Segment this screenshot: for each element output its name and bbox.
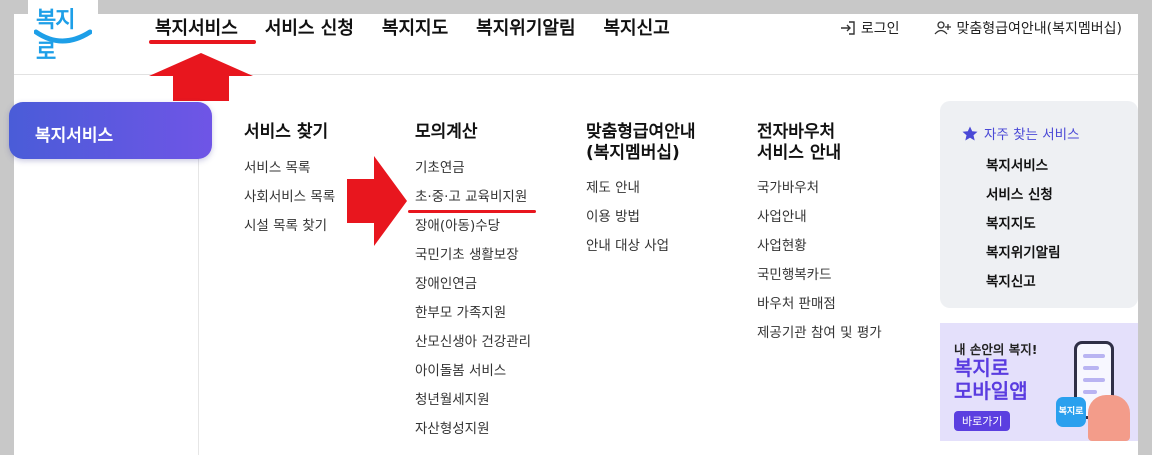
quick-services-title: 자주 찾는 서비스 <box>984 127 1080 143</box>
submenu-item[interactable]: 제공기관 참여 및 평가 <box>757 319 882 348</box>
column-title-line1: 맞춤형급여안내 <box>586 122 696 142</box>
custom-benefit-label: 맞춤형급여안내(복지멤버십) <box>956 21 1122 37</box>
submenu-item[interactable]: 안내 대상 사업 <box>586 232 695 261</box>
submenu-item[interactable]: 국가바우처 <box>757 174 882 203</box>
column-title-line1: 전자바우처 <box>757 122 836 142</box>
phone-screen-line <box>1083 366 1099 370</box>
submenu-item[interactable]: 사회서비스 목록 <box>244 183 335 212</box>
screen-top-border <box>0 0 1152 14</box>
phone-screen-line <box>1083 378 1105 382</box>
login-label: 로그인 <box>860 21 900 37</box>
quick-link[interactable]: 복지위기알림 <box>986 239 1061 268</box>
quick-services-header: 자주 찾는 서비스 <box>962 123 1080 143</box>
side-active-label: 복지서비스 <box>35 126 114 146</box>
phone-screen-line <box>1083 354 1105 358</box>
submenu-item[interactable]: 초·중·고 교육비지원 <box>415 183 531 212</box>
submenu-item[interactable]: 아이돌봄 서비스 <box>415 357 531 386</box>
column-title: 서비스 찾기 <box>244 122 329 142</box>
column-title: 모의계산 <box>415 122 478 142</box>
submenu-item[interactable]: 기초연금 <box>415 154 531 183</box>
submenu-item[interactable]: 시설 목록 찾기 <box>244 212 335 241</box>
site-logo[interactable]: 복지로 <box>34 2 92 65</box>
quick-link[interactable]: 복지지도 <box>986 210 1061 239</box>
gnb-welfare-map[interactable]: 복지지도 <box>382 14 448 40</box>
login-icon <box>840 21 855 35</box>
submenu-item[interactable]: 자산형성지원 <box>415 415 531 444</box>
gnb-welfare-services[interactable]: 복지서비스 <box>155 14 238 40</box>
logo-smile-icon <box>34 29 92 44</box>
menu-column-service-search: 서비스 찾기 서비스 목록 사회서비스 목록 시설 목록 찾기 <box>244 122 335 241</box>
main-navigation: 복지서비스 서비스 신청 복지지도 복지위기알림 복지신고 <box>155 14 698 40</box>
quick-link[interactable]: 복지신고 <box>986 268 1061 297</box>
menu-column-voucher: 전자바우처 서비스 안내 국가바우처 사업안내 사업현황 국민행복카드 바우처 … <box>757 122 882 348</box>
annotation-up-arrow-icon <box>149 53 253 101</box>
submenu-item[interactable]: 장애(아동)수당 <box>415 212 531 241</box>
star-icon <box>962 126 978 140</box>
submenu-item[interactable]: 장애인연금 <box>415 270 531 299</box>
submenu-item[interactable]: 바우처 판매점 <box>757 290 882 319</box>
hand-illustration <box>1088 395 1130 441</box>
submenu-item[interactable]: 국민행복카드 <box>757 261 882 290</box>
column-title: 맞춤형급여안내 (복지멤버십) <box>586 122 695 164</box>
banner-title: 복지로 모바일앱 <box>954 357 1028 403</box>
submenu-item[interactable]: 청년월세지원 <box>415 386 531 415</box>
side-active-menu[interactable]: 복지서비스 <box>9 102 212 159</box>
quick-services-panel: 자주 찾는 서비스 복지서비스 서비스 신청 복지지도 복지위기알림 복지신고 <box>940 101 1138 308</box>
phone-screen-line <box>1083 390 1097 394</box>
mobile-app-banner[interactable]: 내 손안의 복지! 복지로 모바일앱 바로가기 복지로 <box>940 323 1138 441</box>
column-title-line2: 서비스 안내 <box>757 143 842 163</box>
submenu-item[interactable]: 이용 방법 <box>586 203 695 232</box>
quick-link[interactable]: 복지서비스 <box>986 152 1061 181</box>
banner-title-line2: 모바일앱 <box>954 379 1028 403</box>
annotation-underline-gnb <box>149 40 256 44</box>
gnb-service-application[interactable]: 서비스 신청 <box>265 14 354 40</box>
utility-menu: 로그인 맞춤형급여안내(복지멤버십) <box>806 18 1122 38</box>
login-link[interactable]: 로그인 <box>840 18 900 38</box>
column-title-line2: (복지멤버십) <box>586 143 680 163</box>
quick-link[interactable]: 서비스 신청 <box>986 181 1061 210</box>
menu-divider <box>198 108 199 455</box>
submenu-item[interactable]: 한부모 가족지원 <box>415 299 531 328</box>
column-title: 전자바우처 서비스 안내 <box>757 122 882 164</box>
annotation-right-arrow-icon <box>347 156 407 246</box>
banner-go-button[interactable]: 바로가기 <box>954 411 1011 431</box>
menu-column-custom-benefit: 맞춤형급여안내 (복지멤버십) 제도 안내 이용 방법 안내 대상 사업 <box>586 122 695 261</box>
banner-title-line1: 복지로 <box>954 356 1010 380</box>
user-add-icon <box>934 21 951 35</box>
app-icon: 복지로 <box>1056 397 1086 427</box>
submenu-item[interactable]: 제도 안내 <box>586 174 695 203</box>
submenu-item[interactable]: 서비스 목록 <box>244 154 335 183</box>
submenu-item[interactable]: 사업안내 <box>757 203 882 232</box>
custom-benefit-link[interactable]: 맞춤형급여안내(복지멤버십) <box>934 18 1122 38</box>
gnb-welfare-report[interactable]: 복지신고 <box>604 14 670 40</box>
submenu-item[interactable]: 사업현황 <box>757 232 882 261</box>
submenu-item[interactable]: 국민기초 생활보장 <box>415 241 531 270</box>
submenu-item[interactable]: 산모신생아 건강관리 <box>415 328 531 357</box>
menu-column-simulation: 모의계산 기초연금 초·중·고 교육비지원 장애(아동)수당 국민기초 생활보장… <box>415 122 531 444</box>
gnb-crisis-alert[interactable]: 복지위기알림 <box>476 14 575 40</box>
